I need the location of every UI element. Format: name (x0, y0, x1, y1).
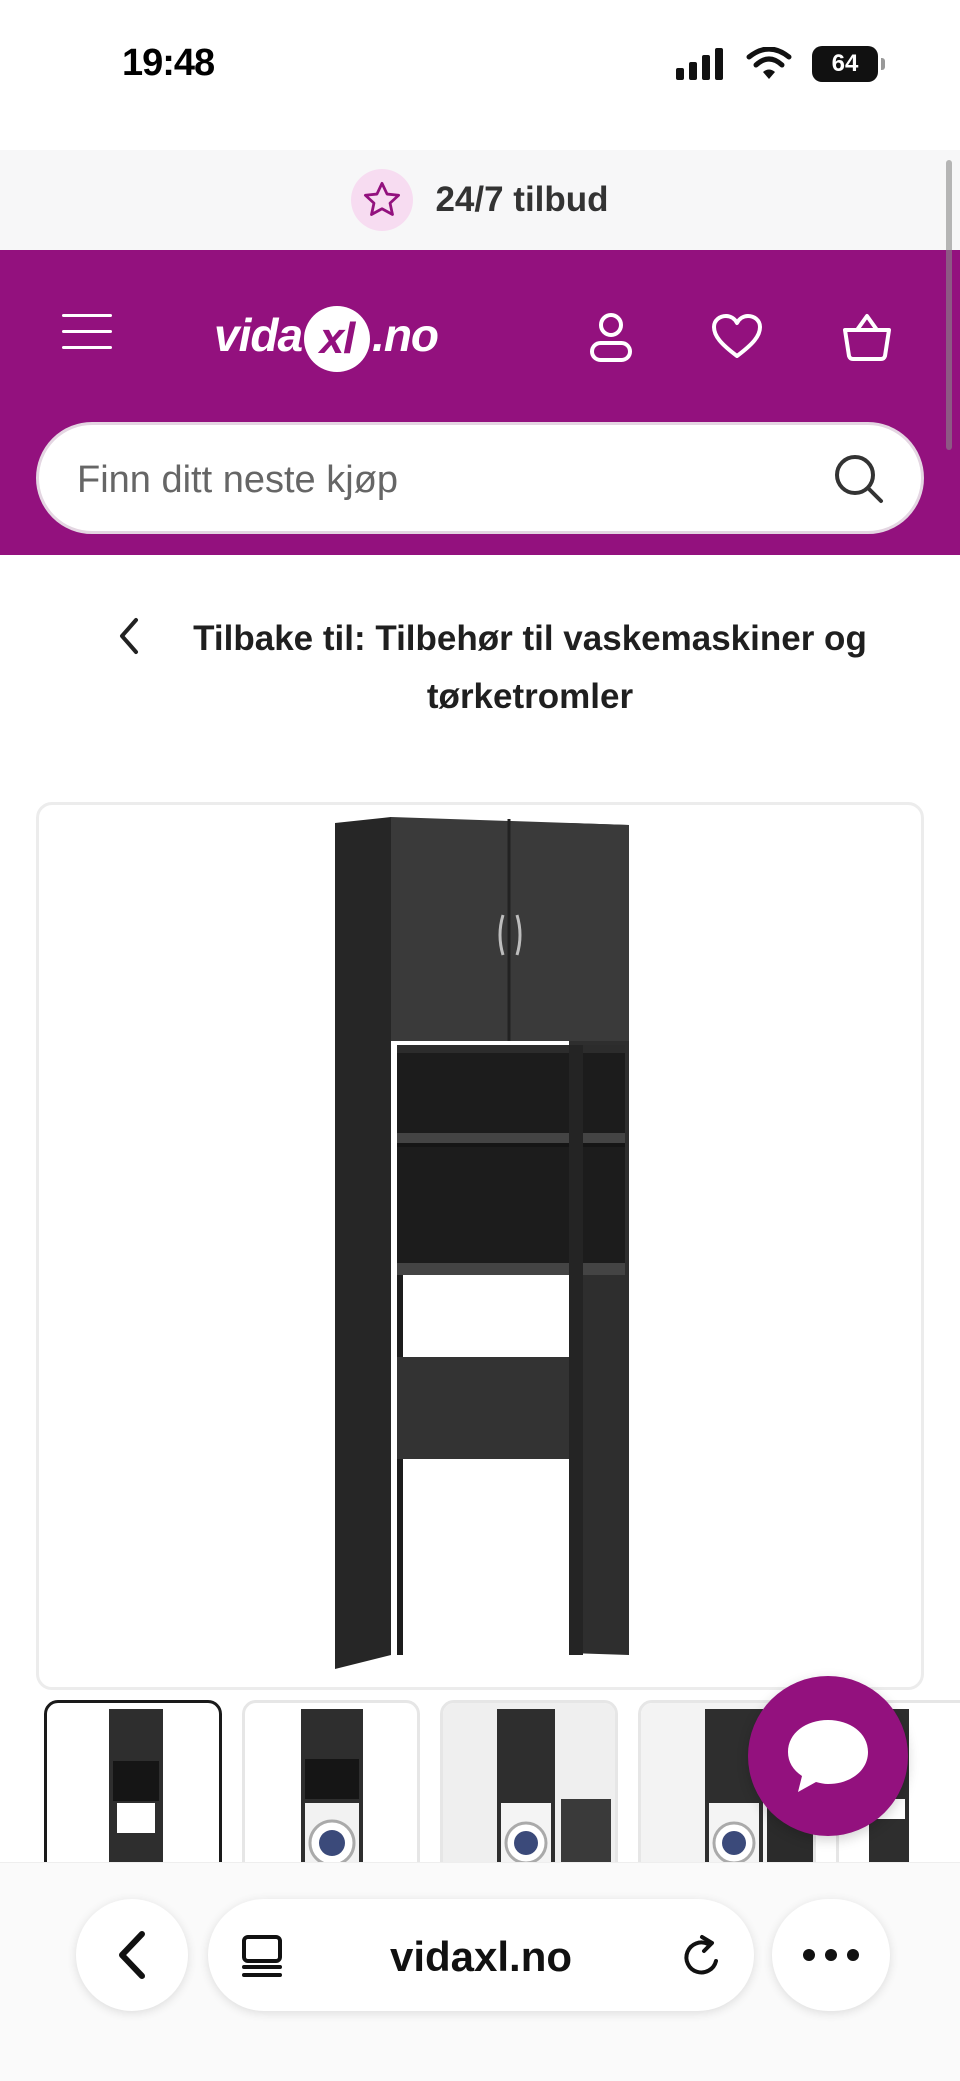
browser-back-button[interactable] (76, 1899, 188, 2011)
address-bar[interactable]: vidaxl.no (208, 1899, 754, 2011)
reload-icon[interactable] (678, 1933, 726, 1981)
chat-button[interactable] (748, 1676, 908, 1836)
status-bar: 19:48 64 (0, 0, 960, 130)
site-header: vida xl .no Finn ditt neste kjøp (0, 250, 960, 555)
chat-bubble-icon (788, 1720, 868, 1792)
user-icon[interactable] (584, 310, 638, 364)
star-icon (351, 169, 414, 231)
logo-post: .no (372, 309, 439, 362)
status-time: 19:48 (122, 42, 215, 84)
thumbnail-2[interactable] (242, 1700, 420, 1862)
thumbnail-3[interactable] (440, 1700, 618, 1862)
breadcrumb[interactable]: Tilbake til: Tilbehør til vaskemaskiner … (0, 610, 960, 730)
promo-bar[interactable]: 24/7 tilbud (0, 150, 960, 250)
cabinet-image (335, 817, 629, 1669)
browser-toolbar: vidaxl.no (0, 1862, 960, 2081)
breadcrumb-link[interactable]: Tilbake til: Tilbehør til vaskemaskiner … (170, 610, 890, 726)
thumbnail-1[interactable] (44, 1700, 222, 1862)
chevron-left-icon (119, 1931, 145, 1979)
vidaxl-logo[interactable]: vida xl .no (214, 306, 439, 372)
promo-text: 24/7 tilbud (435, 180, 609, 219)
scroll-indicator (946, 160, 952, 450)
menu-icon[interactable] (62, 314, 112, 354)
page: 19:48 64 24/7 tilbud vida xl .no Finn di… (0, 0, 960, 2081)
search-input[interactable]: Finn ditt neste kjøp (36, 422, 924, 534)
status-icons: 64 (676, 46, 885, 82)
product-main-image[interactable] (36, 802, 924, 1690)
wifi-icon (746, 47, 792, 79)
logo-pre: vida (214, 309, 303, 362)
logo-mark: xl (304, 306, 371, 372)
heart-icon[interactable] (710, 310, 764, 364)
signal-icon (676, 48, 723, 80)
search-icon[interactable] (833, 453, 885, 505)
battery-indicator: 64 (812, 46, 885, 82)
url-text: vidaxl.no (389, 1933, 573, 1980)
search-placeholder: Finn ditt neste kjøp (77, 459, 399, 501)
chevron-left-icon[interactable] (114, 616, 144, 656)
basket-icon[interactable] (840, 310, 894, 364)
more-options-button[interactable] (772, 1899, 890, 2011)
